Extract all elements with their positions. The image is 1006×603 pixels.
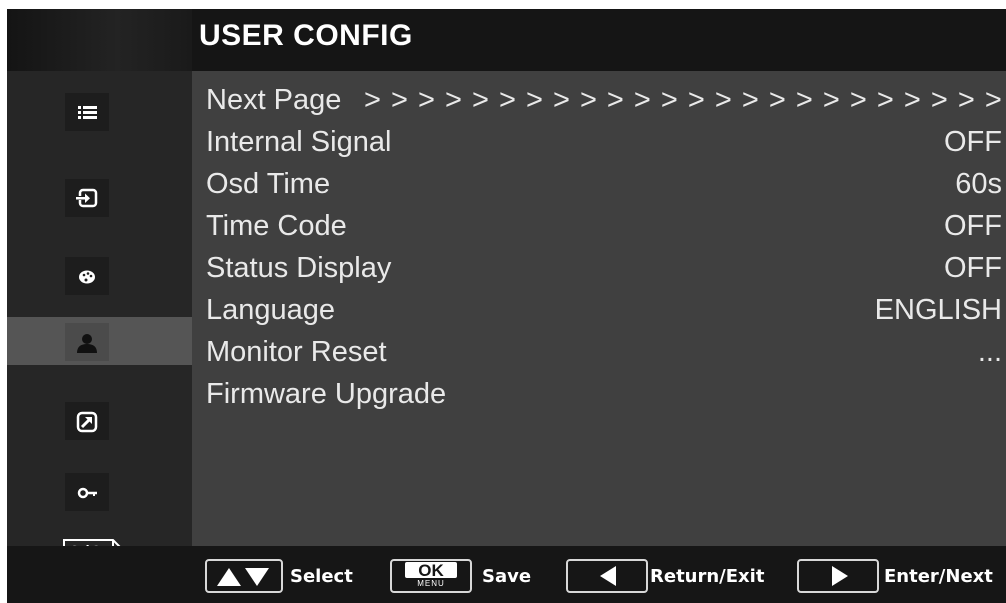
menu-item-status-display[interactable]: Status Display OFF [206, 252, 1006, 292]
ok-menu-button[interactable]: OK MENU [390, 559, 472, 593]
footer-hint-bar: Select OK MENU Save Return/Exit Enter/Ne… [7, 546, 1006, 603]
menu-item-language[interactable]: Language ENGLISH [206, 294, 1006, 334]
key-icon [77, 487, 97, 499]
list-icon [78, 106, 97, 119]
menu-item-label: Internal Signal [206, 126, 392, 158]
return-exit-label: Return/Exit [650, 566, 765, 587]
menu-item-firmware-upgrade[interactable]: Firmware Upgrade [206, 378, 1006, 418]
menu-item-value: OFF [944, 126, 1002, 158]
sidebar-item-input[interactable] [7, 173, 192, 221]
input-source-icon [76, 188, 98, 208]
left-arrow-icon [600, 566, 616, 586]
menu-item-value: ENGLISH [874, 294, 1002, 326]
return-button[interactable] [566, 559, 648, 593]
save-label: Save [482, 566, 532, 587]
select-button[interactable] [205, 559, 283, 593]
menu-item-value: ... [977, 336, 1002, 368]
sidebar-item-user[interactable] [7, 317, 192, 365]
sidebar [7, 71, 192, 546]
shortcut-arrow-icon [76, 411, 98, 433]
sidebar-item-shortcut[interactable] [7, 396, 192, 444]
up-down-arrow-icon [217, 568, 269, 586]
menu-item-value: > > > > > > > > > > > > > > > > > > > > … [364, 84, 1006, 116]
sidebar-item-menu[interactable] [7, 87, 192, 135]
menu-item-label: Next Page [206, 84, 342, 116]
menu-item-next-page[interactable]: Next Page > > > > > > > > > > > > > > > … [206, 84, 1006, 124]
menu-item-time-code[interactable]: Time Code OFF [206, 210, 1006, 250]
menu-item-label: Osd Time [206, 168, 331, 200]
sidebar-header [7, 9, 192, 71]
page-title: USER CONFIG [199, 19, 413, 52]
osd-screen: USER CONFIG Next Page > > > > > > > > > … [7, 9, 1006, 603]
enter-next-label: Enter/Next [884, 566, 993, 587]
sidebar-item-key[interactable] [7, 467, 192, 515]
menu-item-internal-signal[interactable]: Internal Signal OFF [206, 126, 1006, 166]
palette-icon [79, 270, 95, 284]
menu-item-value: OFF [944, 252, 1002, 284]
ok-icon: OK [405, 562, 457, 579]
right-arrow-icon [832, 566, 848, 586]
menu-item-label: Monitor Reset [206, 336, 387, 368]
menu-item-label: Status Display [206, 252, 392, 284]
select-label: Select [290, 566, 353, 587]
menu-text: MENU [417, 579, 445, 588]
menu-item-label: Time Code [206, 210, 347, 242]
menu-item-osd-time[interactable]: Osd Time 60s [206, 168, 1006, 208]
menu-item-label: Firmware Upgrade [206, 378, 447, 410]
menu-item-monitor-reset[interactable]: Monitor Reset ... [206, 336, 1006, 376]
user-icon [77, 334, 97, 353]
sidebar-item-color[interactable] [7, 251, 192, 299]
enter-button[interactable] [797, 559, 879, 593]
menu-item-label: Language [206, 294, 336, 326]
menu-item-value: 60s [955, 168, 1002, 200]
menu-item-value: OFF [944, 210, 1002, 242]
